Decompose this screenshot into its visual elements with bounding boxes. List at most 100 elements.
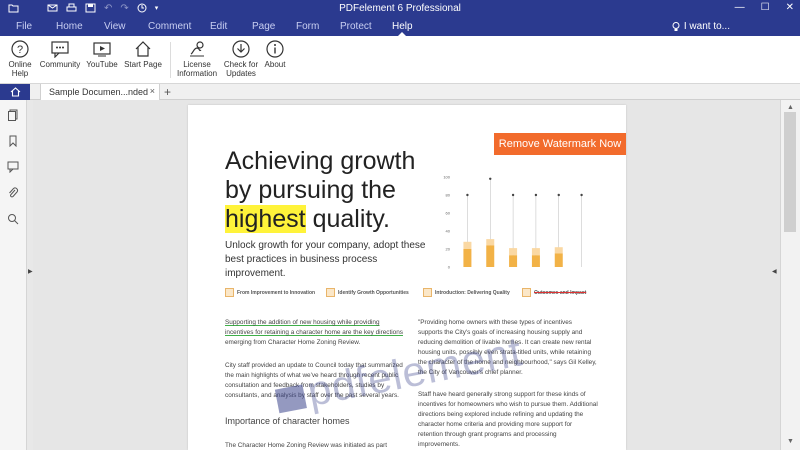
- search-icon[interactable]: [7, 212, 19, 230]
- bar-chart: 100 80 60 40 20 0: [443, 175, 583, 270]
- home-icon: [135, 41, 151, 57]
- bar-lower-segment: [486, 245, 495, 267]
- bar-lower-segment: [554, 253, 563, 267]
- icon-row-item: From Improvement to Innovation: [225, 288, 315, 297]
- comment-icon[interactable]: [7, 160, 19, 178]
- svg-text:?: ?: [17, 44, 23, 56]
- bar-marker: [466, 193, 469, 197]
- document-tab[interactable]: Sample Documen...nded ×: [40, 84, 160, 100]
- close-tab-icon[interactable]: ×: [150, 86, 155, 96]
- license-information-button[interactable]: License Information: [175, 40, 219, 78]
- menu-tab-form[interactable]: Form: [296, 21, 319, 32]
- y-tick-label: 60: [446, 211, 451, 216]
- download-icon: [232, 40, 250, 58]
- bar-marker: [580, 193, 583, 197]
- license-icon: [190, 41, 204, 57]
- menu-tab-page[interactable]: Page: [252, 21, 275, 32]
- watermark-logo-block: [274, 384, 307, 414]
- menu-tab-protect[interactable]: Protect: [340, 21, 372, 32]
- youtube-icon: [93, 42, 111, 57]
- info-icon: [266, 40, 284, 58]
- bar-marker: [511, 193, 515, 197]
- y-tick-label: 100: [443, 175, 450, 180]
- home-icon: [10, 87, 20, 97]
- menu-tab-file[interactable]: File: [16, 21, 32, 32]
- bar-marker: [534, 193, 538, 197]
- community-label: Community: [39, 60, 81, 69]
- help-ribbon: ? Online Help Community YouTube Start Pa…: [0, 36, 800, 84]
- bar-upper-segment: [509, 248, 518, 256]
- collapse-right-panel-icon[interactable]: ◀: [772, 268, 777, 275]
- menu-tab-help[interactable]: Help: [392, 21, 413, 36]
- page-headline: Achieving growth by pursuing the highest…: [225, 147, 455, 234]
- bar-marker: [489, 177, 492, 180]
- maximize-icon[interactable]: ☐: [761, 2, 770, 13]
- window-controls: — ☐ ✕: [735, 2, 794, 13]
- menu-bar: File Home View Comment Edit Page Form Pr…: [0, 18, 800, 36]
- start-page-button[interactable]: Start Page: [121, 40, 165, 69]
- window-title: PDFelement 6 Professional: [339, 3, 461, 14]
- icon-row-item: Introduction: Delivering Quality: [423, 288, 510, 297]
- right-column-paragraph-2: Staff have heard generally strong suppor…: [418, 391, 598, 448]
- pages-icon[interactable]: [7, 108, 19, 126]
- chat-icon: [51, 41, 69, 58]
- menu-tab-view[interactable]: View: [104, 21, 126, 32]
- icon-row-label: From Improvement to Innovation: [237, 289, 316, 296]
- icon-row-label: Identify Growth Opportunities: [338, 289, 409, 296]
- bar-lower-segment: [509, 255, 518, 267]
- community-button[interactable]: Community: [38, 40, 82, 69]
- minimize-icon[interactable]: —: [735, 2, 745, 13]
- icon-row-item: Outcomes and Impact: [522, 288, 586, 297]
- highlighted-word: highest: [225, 205, 306, 233]
- left-column-paragraph-3: The Character Home Zoning Review was ini…: [225, 442, 387, 449]
- bar-marker: [557, 193, 560, 197]
- headline-line-1: Achieving growth: [225, 147, 416, 175]
- bar-lower-segment: [531, 255, 540, 267]
- home-tab[interactable]: [0, 84, 30, 100]
- add-tab-button[interactable]: +: [164, 85, 171, 99]
- y-tick-label: 20: [446, 247, 451, 252]
- quality-icon: [423, 288, 432, 297]
- youtube-label: YouTube: [86, 60, 118, 69]
- question-icon: ?: [11, 40, 29, 58]
- y-tick-label: 40: [446, 229, 451, 234]
- attachment-icon[interactable]: [7, 186, 19, 204]
- title-bar: ↶ ↷ ▾ PDFelement 6 Professional — ☐ ✕: [0, 0, 800, 18]
- ribbon-separator: [170, 42, 171, 78]
- scroll-down-icon[interactable]: ▼: [787, 438, 794, 445]
- headline-line-2: by pursuing the: [225, 176, 396, 204]
- menu-tab-comment[interactable]: Comment: [148, 21, 191, 32]
- online-help-button[interactable]: ? Online Help: [0, 40, 42, 78]
- left-column-paragraph-1: Supporting the addition of new housing w…: [225, 318, 405, 348]
- document-tab-strip: Sample Documen...nded × +: [0, 84, 800, 100]
- i-want-to-label: I want to...: [683, 21, 730, 32]
- menu-tab-edit[interactable]: Edit: [210, 21, 227, 32]
- i-want-to-search[interactable]: I want to...: [672, 21, 730, 32]
- online-help-label: Online Help: [8, 60, 32, 78]
- y-tick-label: 0: [448, 265, 451, 270]
- youtube-button[interactable]: YouTube: [80, 40, 124, 69]
- about-button[interactable]: About: [253, 40, 297, 69]
- document-tab-label: Sample Documen...nded: [49, 87, 149, 97]
- icon-row-item: Identify Growth Opportunities: [326, 288, 409, 297]
- bookmark-icon[interactable]: [7, 134, 19, 152]
- scroll-up-icon[interactable]: ▲: [787, 104, 794, 111]
- bar-upper-segment: [463, 241, 472, 249]
- left-panel-toolbar: [0, 100, 27, 450]
- scrollbar-thumb[interactable]: [784, 112, 796, 232]
- menu-tab-home[interactable]: Home: [56, 21, 83, 32]
- improvement-icon: [225, 288, 234, 297]
- about-label: About: [264, 60, 286, 69]
- page-subhead: Unlock growth for your company, adopt th…: [225, 240, 426, 279]
- vertical-scrollbar[interactable]: ▲ ▼: [780, 100, 800, 450]
- outcomes-icon: [522, 288, 531, 297]
- close-icon[interactable]: ✕: [786, 2, 794, 13]
- icon-row-label: Outcomes and Impact: [534, 289, 587, 296]
- pdf-page: Remove Watermark Now Achieving growth by…: [188, 105, 626, 450]
- paragraph-text: emerging from Character Home Zoning Revi…: [225, 339, 361, 346]
- icon-row-label: Introduction: Delivering Quality: [435, 289, 510, 296]
- bar-upper-segment: [531, 248, 540, 256]
- bar-upper-segment: [486, 239, 495, 246]
- y-tick-label: 80: [446, 193, 451, 198]
- start-page-label: Start Page: [124, 60, 162, 69]
